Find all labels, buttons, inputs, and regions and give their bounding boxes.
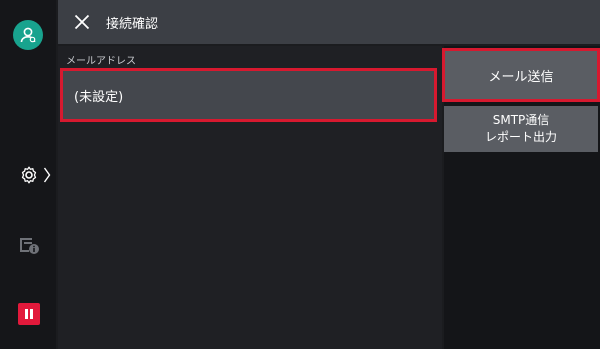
title-bar: 接続確認 (58, 0, 600, 44)
close-icon (74, 14, 90, 30)
smtp-report-button[interactable]: SMTP通信 レポート出力 (444, 106, 598, 152)
main-panel: メールアドレス (未設定) (58, 46, 442, 349)
close-button[interactable] (58, 0, 106, 44)
pause-icon[interactable] (18, 303, 40, 325)
action-column: メール送信 SMTP通信 レポート出力 (442, 46, 600, 349)
email-address-field[interactable]: (未設定) (60, 68, 437, 122)
smtp-report-label-line2: レポート出力 (484, 130, 557, 144)
user-icon[interactable] (13, 20, 43, 50)
page-title: 接続確認 (106, 16, 159, 32)
email-field-label: メールアドレス (66, 56, 136, 67)
smtp-report-label-line1: SMTP通信 (492, 113, 550, 127)
chevron-right-icon[interactable] (42, 164, 52, 186)
email-address-value: (未設定) (74, 89, 124, 105)
job-status-icon[interactable] (18, 234, 42, 256)
gear-icon[interactable] (18, 164, 40, 186)
send-mail-button[interactable]: メール送信 (442, 48, 600, 102)
left-rail (0, 0, 56, 349)
